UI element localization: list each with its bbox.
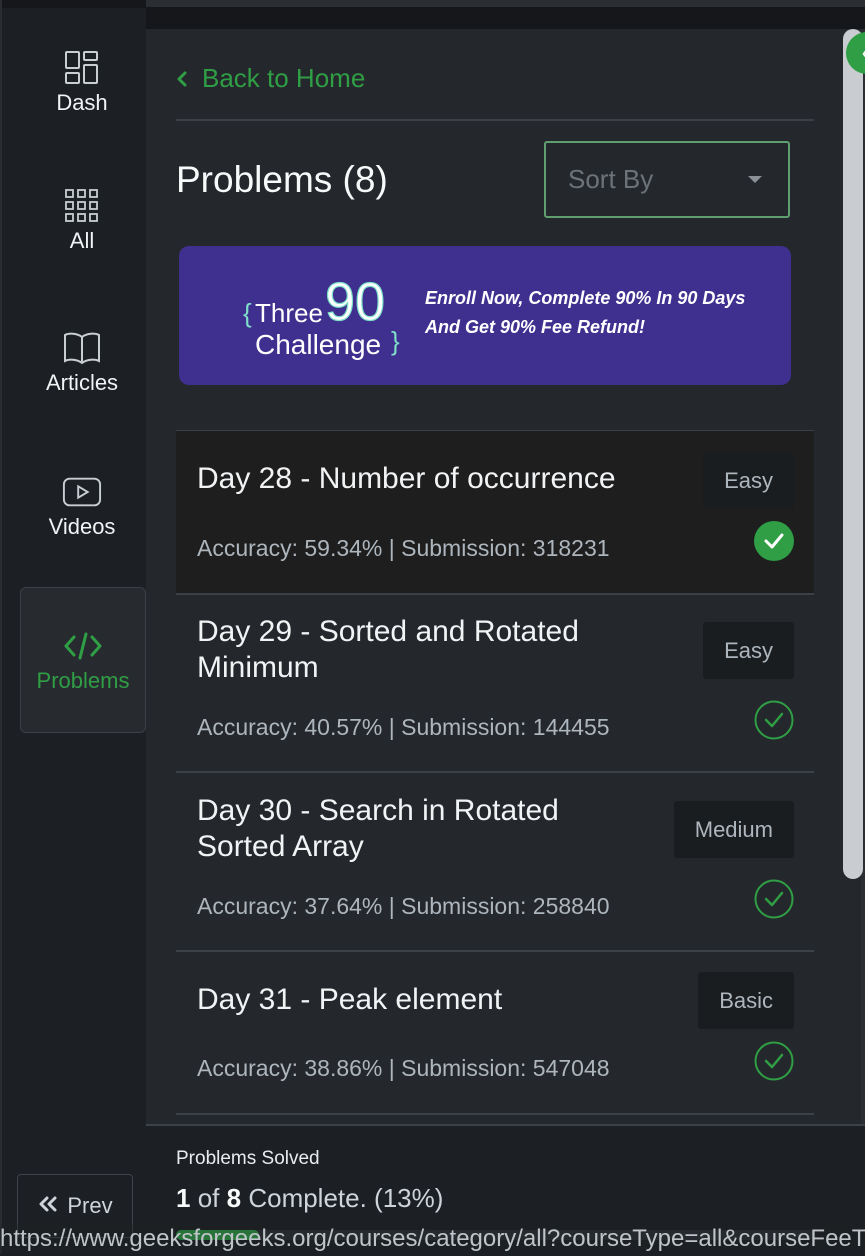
sidebar-item-problems[interactable]: Problems	[20, 587, 146, 733]
top-strip	[146, 0, 865, 7]
svg-text:}: }	[391, 326, 400, 356]
main-panel: Back to Home Problems (8) Sort By { Thre…	[146, 29, 865, 1254]
logo-challenge: Challenge	[255, 329, 381, 360]
sidebar-item-videos[interactable]: Videos	[20, 472, 144, 562]
prev-label: Prev	[67, 1193, 113, 1218]
problem-stats: Accuracy: 59.34% | Submission: 318231	[197, 535, 610, 561]
of-word: of	[197, 1183, 220, 1213]
problem-stats: Accuracy: 40.57% | Submission: 144455	[197, 714, 610, 740]
problem-stats: Accuracy: 38.86% | Submission: 547048	[197, 1055, 610, 1081]
sidebar-item-all[interactable]: All	[20, 186, 144, 276]
sidebar-item-label: Dash	[56, 90, 108, 115]
problem-row[interactable]: Day 30 - Search in Rotated Sorted Array …	[176, 773, 814, 952]
sidebar-item-articles[interactable]: Articles	[20, 328, 144, 418]
dashboard-icon	[62, 48, 102, 88]
caret-down-icon	[748, 176, 762, 183]
logo-ninety: 90	[325, 272, 385, 332]
sidebar-item-label: Problems	[36, 668, 130, 693]
three-90-challenge-logo: { Three 90 Challenge }	[243, 271, 400, 360]
sort-by-dropdown[interactable]: Sort By	[544, 141, 790, 218]
problem-title: Day 31 - Peak element	[197, 983, 503, 1016]
header-divider	[176, 119, 814, 121]
difficulty-badge: Easy	[703, 452, 794, 509]
sidebar-item-label: All	[69, 228, 95, 253]
chevron-left-icon	[176, 63, 188, 94]
problem-stats: Accuracy: 37.64% | Submission: 258840	[197, 893, 610, 919]
problem-row[interactable]: Day 31 - Peak element Basic Accuracy: 38…	[176, 952, 814, 1115]
double-chevron-left-icon	[37, 1193, 59, 1219]
scrollbar-thumb[interactable]	[843, 29, 863, 879]
check-circle-outline-icon	[754, 700, 794, 740]
page-title: Problems (8)	[176, 159, 388, 200]
difficulty-badge: Medium	[673, 801, 794, 858]
difficulty-badge: Basic	[698, 972, 794, 1029]
total-count: 8	[226, 1183, 242, 1213]
sort-placeholder: Sort By	[568, 164, 654, 194]
problem-row[interactable]: Day 29 - Sorted and Rotated Minimum Easy…	[176, 594, 814, 773]
problems-solved-label: Problems Solved	[176, 1148, 320, 1169]
problem-row[interactable]: Day 28 - Number of occurrence Easy Accur…	[176, 430, 814, 595]
back-to-home-link[interactable]: Back to Home	[176, 63, 365, 94]
sidebar-item-label: Articles	[45, 370, 119, 395]
difficulty-badge: Easy	[703, 622, 794, 679]
check-circle-outline-icon	[754, 1041, 794, 1081]
svg-text:{: {	[243, 298, 252, 328]
book-icon	[62, 328, 102, 368]
complete-suffix: Complete. (13%)	[248, 1183, 444, 1213]
problems-solved-count: 1 of 8 Complete. (13%)	[176, 1183, 443, 1214]
back-label: Back to Home	[202, 63, 366, 93]
check-circle-outline-icon	[754, 879, 794, 919]
grid-icon	[62, 186, 102, 226]
logo-three: Three	[255, 298, 323, 328]
problem-title: Day 28 - Number of occurrence	[197, 462, 616, 495]
check-circle-filled-icon	[754, 521, 794, 561]
sidebar-item-label: Videos	[48, 514, 116, 539]
problem-title: Day 30 - Search in Rotated Sorted Array	[197, 794, 559, 863]
sidebar-item-dash[interactable]: Dash	[20, 48, 144, 138]
promo-banner[interactable]: { Three 90 Challenge } Enroll Now, Compl…	[179, 246, 791, 385]
status-bar-url: https://www.geeksforgeeks.org/courses/ca…	[0, 1224, 865, 1254]
banner-text: Enroll Now, Complete 90% In 90 Days And …	[425, 288, 746, 337]
solved-count: 1	[176, 1183, 191, 1213]
play-icon	[62, 472, 102, 512]
code-icon	[63, 626, 103, 666]
problem-title: Day 29 - Sorted and Rotated Minimum	[197, 615, 579, 684]
